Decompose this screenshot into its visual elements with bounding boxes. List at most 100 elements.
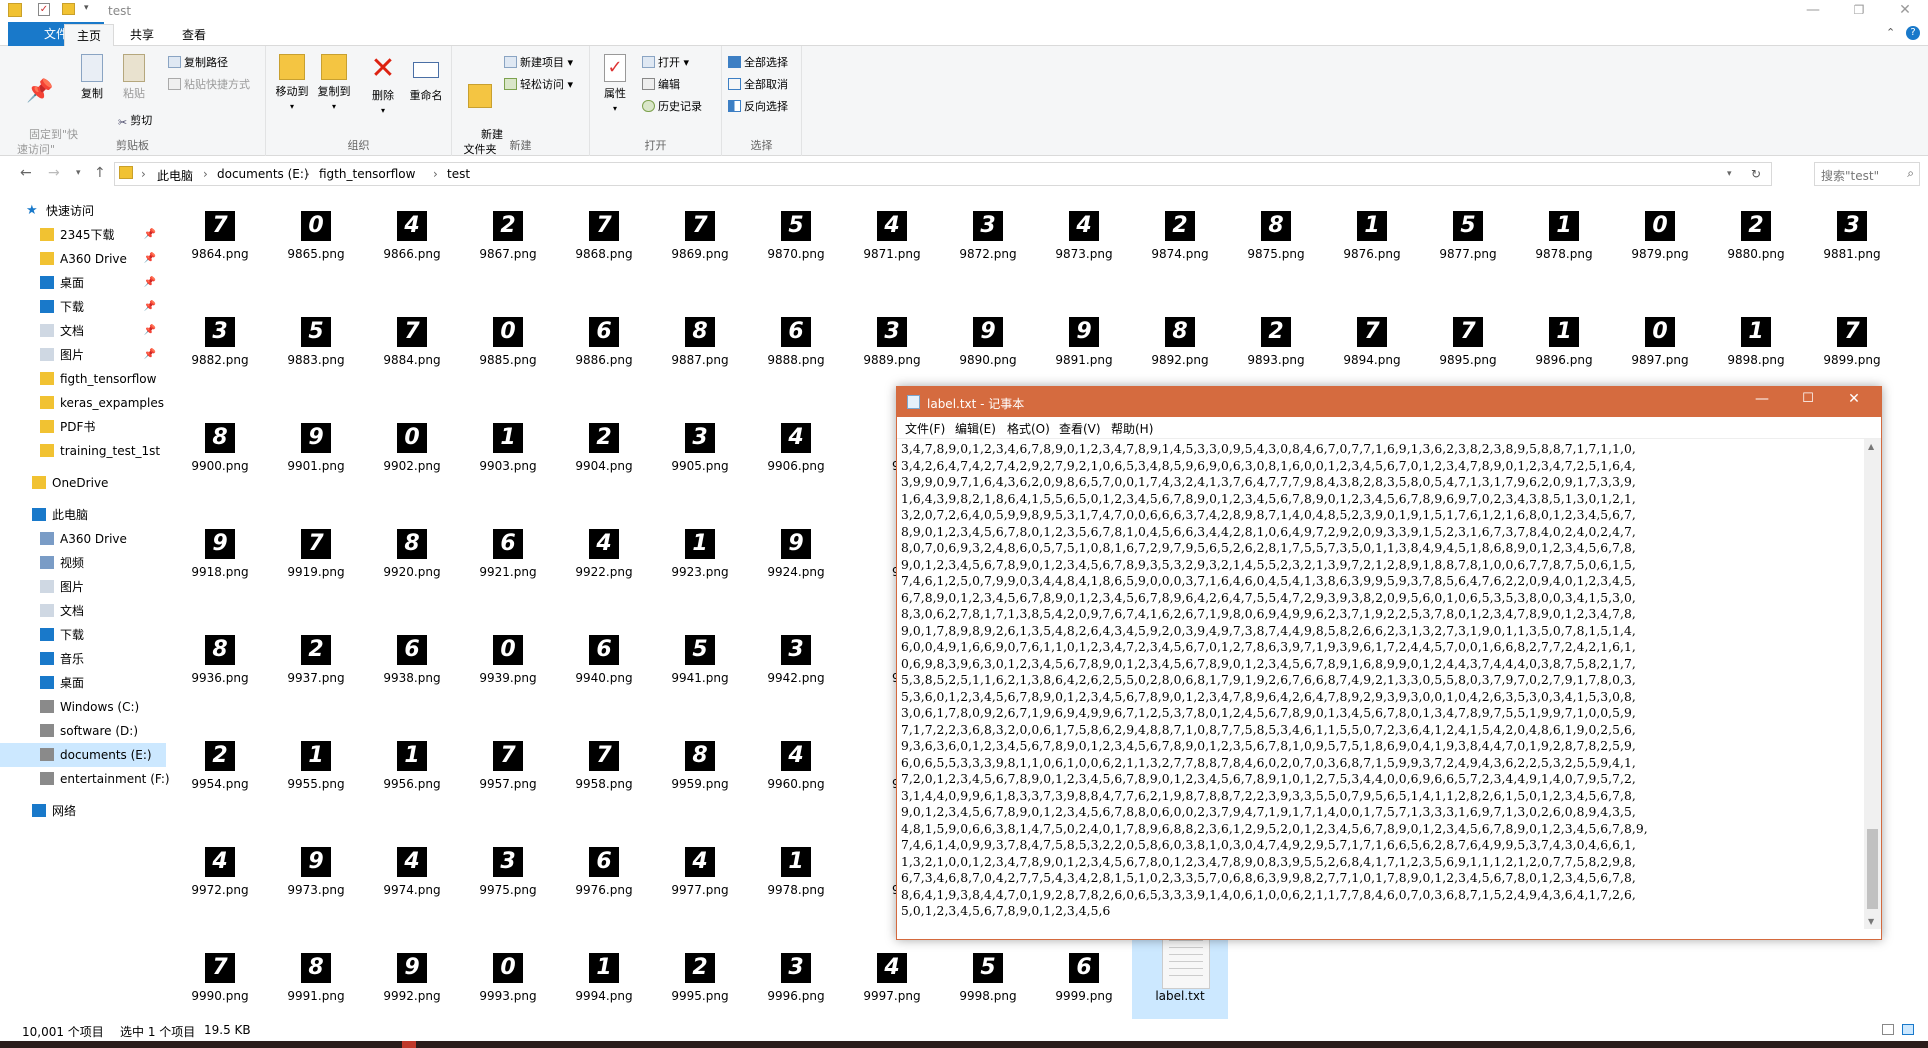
image-file-item[interactable]: 1 9878.png: [1516, 191, 1612, 281]
select-all-button[interactable]: 全部选择: [728, 54, 788, 72]
image-file-item[interactable]: 3 9975.png: [460, 817, 556, 917]
nav-item[interactable]: Windows (C:): [0, 695, 166, 719]
image-file-item[interactable]: 9 9891.png: [1036, 287, 1132, 387]
image-file-item[interactable]: 4 9960.png: [748, 711, 844, 811]
image-file-item[interactable]: 0 9939.png: [460, 605, 556, 705]
nav-item[interactable]: 图片 📌: [0, 343, 166, 367]
menu-view[interactable]: 查看(V): [1059, 420, 1101, 437]
image-file-item[interactable]: 1 9898.png: [1708, 287, 1804, 387]
image-file-item[interactable]: 6 9976.png: [556, 817, 652, 917]
nav-item[interactable]: 此电脑: [0, 503, 166, 527]
invert-selection-button[interactable]: 反向选择: [728, 98, 788, 116]
image-file-item[interactable]: 0 9897.png: [1612, 287, 1708, 387]
image-file-item[interactable]: 8 9900.png: [172, 393, 268, 493]
image-file-item[interactable]: 1 9956.png: [364, 711, 460, 811]
nav-item[interactable]: 下载 📌: [0, 295, 166, 319]
image-file-item[interactable]: 4 9866.png: [364, 191, 460, 281]
easy-access-button[interactable]: 轻松访问 ▾: [504, 76, 573, 94]
menu-help[interactable]: 帮助(H): [1111, 420, 1153, 437]
nav-item[interactable]: 2345下载 📌: [0, 223, 166, 247]
paste-button[interactable]: 粘贴: [118, 54, 150, 101]
history-button[interactable]: 历史记录: [642, 98, 702, 116]
image-file-item[interactable]: 3 9996.png: [748, 923, 844, 1019]
paste-shortcut-button[interactable]: 粘贴快捷方式: [168, 76, 250, 94]
image-file-item[interactable]: 2 9893.png: [1228, 287, 1324, 387]
nav-item[interactable]: 桌面 📌: [0, 271, 166, 295]
maximize-button[interactable]: ❐: [1836, 0, 1882, 22]
image-file-item[interactable]: 7 9919.png: [268, 499, 364, 599]
nav-item[interactable]: PDF书: [0, 415, 166, 439]
image-file-item[interactable]: 2 9995.png: [652, 923, 748, 1019]
notepad-maximize-button[interactable]: ☐: [1785, 391, 1831, 406]
properties-button[interactable]: ✓ 属性 ▾: [600, 54, 630, 116]
image-file-item[interactable]: 2 9880.png: [1708, 191, 1804, 281]
image-file-item[interactable]: 8 9936.png: [172, 605, 268, 705]
tab-view[interactable]: 查看: [170, 24, 218, 46]
image-file-item[interactable]: 8 9991.png: [268, 923, 364, 1019]
copy-path-button[interactable]: 复制路径: [168, 54, 228, 72]
image-file-item[interactable]: 1 9955.png: [268, 711, 364, 811]
notepad-scrollbar-thumb[interactable]: [1867, 829, 1878, 909]
image-file-item[interactable]: 0 9879.png: [1612, 191, 1708, 281]
nav-item[interactable]: training_test_1st: [0, 439, 166, 463]
refresh-icon[interactable]: ↻: [1751, 167, 1761, 181]
scroll-up-icon[interactable]: ▲: [1868, 442, 1874, 451]
image-file-item[interactable]: 7 9957.png: [460, 711, 556, 811]
pin-quick-access-button[interactable]: 📌 固定到"快 速访问": [8, 54, 78, 172]
image-file-item[interactable]: 1 9978.png: [748, 817, 844, 917]
notepad-minimize-button[interactable]: —: [1739, 391, 1785, 407]
image-file-item[interactable]: 2 9954.png: [172, 711, 268, 811]
image-file-item[interactable]: 7 9895.png: [1420, 287, 1516, 387]
recent-locations-icon[interactable]: ▾: [76, 168, 81, 178]
move-to-button[interactable]: 移动到 ▾: [274, 54, 310, 114]
address-bar[interactable]: › 此电脑 › documents (E:) › figth_tensorflo…: [114, 162, 1772, 186]
image-file-item[interactable]: 3 9881.png: [1804, 191, 1900, 281]
image-file-item[interactable]: 1 9923.png: [652, 499, 748, 599]
breadcrumb-figth-tensorflow[interactable]: figth_tensorflow: [319, 167, 415, 181]
rename-button[interactable]: 重命名: [406, 54, 446, 103]
minimize-button[interactable]: —: [1790, 0, 1836, 22]
image-file-item[interactable]: 1 9994.png: [556, 923, 652, 1019]
image-file-item[interactable]: 6 9886.png: [556, 287, 652, 387]
notepad-close-button[interactable]: ✕: [1831, 391, 1877, 407]
notepad-scrollbar[interactable]: ▲ ▼: [1864, 439, 1881, 929]
back-arrow-icon[interactable]: ←: [20, 165, 32, 181]
forward-arrow-icon[interactable]: →: [48, 165, 60, 181]
image-file-item[interactable]: 9 9992.png: [364, 923, 460, 1019]
nav-item[interactable]: documents (E:): [0, 743, 166, 767]
nav-item[interactable]: 网络: [0, 799, 166, 823]
image-file-item[interactable]: 7 9864.png: [172, 191, 268, 281]
image-file-item[interactable]: 6 9888.png: [748, 287, 844, 387]
image-file-item[interactable]: 6 9940.png: [556, 605, 652, 705]
image-file-item[interactable]: 5 9877.png: [1420, 191, 1516, 281]
image-file-item[interactable]: 4 9974.png: [364, 817, 460, 917]
up-arrow-icon[interactable]: ↑: [94, 165, 106, 181]
menu-format[interactable]: 格式(O): [1007, 420, 1050, 437]
image-file-item[interactable]: 4 9906.png: [748, 393, 844, 493]
edit-button[interactable]: 编辑: [642, 76, 680, 94]
new-folder-quick-icon[interactable]: [62, 3, 75, 15]
image-file-item[interactable]: 7 9869.png: [652, 191, 748, 281]
nav-item[interactable]: OneDrive: [0, 471, 166, 495]
image-file-item[interactable]: 9 9901.png: [268, 393, 364, 493]
image-file-item[interactable]: 8 9959.png: [652, 711, 748, 811]
nav-item[interactable]: entertainment (F:): [0, 767, 170, 791]
menu-edit[interactable]: 编辑(E): [955, 420, 996, 437]
scroll-down-icon[interactable]: ▼: [1868, 917, 1874, 926]
image-file-item[interactable]: 2 9937.png: [268, 605, 364, 705]
customize-quick-access-icon[interactable]: ▾: [84, 3, 98, 17]
nav-item[interactable]: 桌面: [0, 671, 166, 695]
nav-item[interactable]: figth_tensorflow: [0, 367, 166, 391]
breadcrumb-this-pc[interactable]: 此电脑: [157, 167, 193, 184]
tab-home[interactable]: 主页: [64, 24, 115, 46]
nav-item[interactable]: 图片: [0, 575, 166, 599]
breadcrumb-documents[interactable]: documents (E:): [217, 167, 309, 181]
help-icon[interactable]: ?: [1906, 26, 1920, 40]
image-file-item[interactable]: 3 9872.png: [940, 191, 1036, 281]
nav-item[interactable]: 文档 📌: [0, 319, 166, 343]
image-file-item[interactable]: 9 9918.png: [172, 499, 268, 599]
image-file-item[interactable]: 5 9883.png: [268, 287, 364, 387]
image-file-item[interactable]: 4 9922.png: [556, 499, 652, 599]
image-file-item[interactable]: 7 9884.png: [364, 287, 460, 387]
menu-file[interactable]: 文件(F): [905, 420, 945, 437]
